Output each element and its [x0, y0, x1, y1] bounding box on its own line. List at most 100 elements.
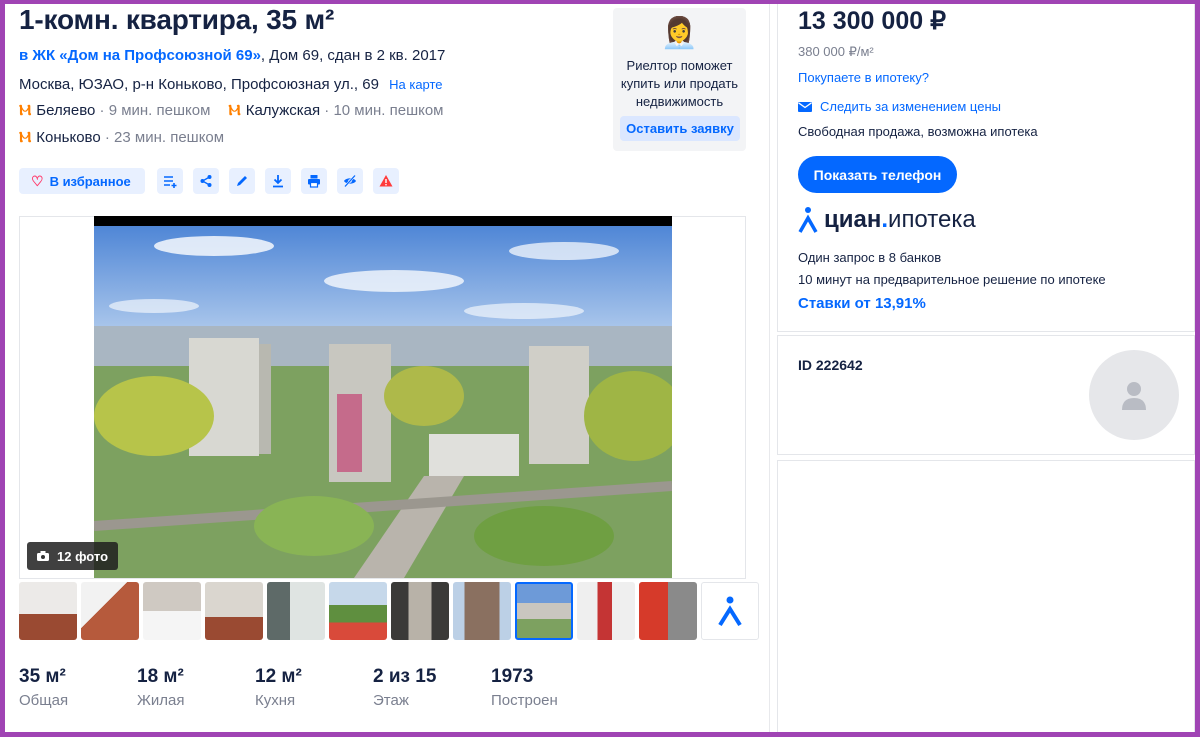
- price: 13 300 000 ₽: [798, 7, 946, 35]
- watch-price-label: Следить за изменением цены: [820, 99, 1001, 114]
- thumbnail-active[interactable]: [515, 582, 573, 640]
- leave-request-button[interactable]: Оставить заявку: [620, 116, 740, 141]
- favorite-label: В избранное: [49, 173, 131, 189]
- sale-type: Свободная продажа, возможна ипотека: [798, 124, 1038, 139]
- cian-logo-thumbnail[interactable]: [701, 582, 759, 640]
- report-button[interactable]: [372, 168, 399, 194]
- fact-living-area: 18 м² Жилая: [137, 666, 255, 709]
- hide-icon: [343, 174, 356, 188]
- column-divider: [769, 0, 770, 737]
- page-title: 1-комн. квартира, 35 м²: [19, 4, 335, 35]
- thumbnail[interactable]: [639, 582, 697, 640]
- thumbnail[interactable]: [329, 582, 387, 640]
- thumbnail[interactable]: [143, 582, 201, 640]
- hide-button[interactable]: [336, 168, 363, 194]
- print-icon: [307, 175, 320, 188]
- thumbnail[interactable]: [267, 582, 325, 640]
- price-per-m2: 380 000 ₽/м²: [798, 44, 874, 59]
- cian-ipoteka-logo[interactable]: циан.ипотека: [798, 206, 976, 234]
- camera-icon: [37, 549, 49, 564]
- share-icon: [200, 175, 212, 187]
- fact-label: Общая: [19, 692, 69, 709]
- share-button[interactable]: [192, 168, 219, 194]
- metro-icon: Ⲙ: [19, 102, 32, 119]
- fact-built-year: 1973 Построен: [491, 666, 609, 709]
- fact-value: 12 м²: [255, 666, 302, 687]
- photo-count-badge[interactable]: 12 фото: [27, 542, 119, 570]
- metro-icon: Ⲙ: [228, 102, 241, 119]
- empty-card: [777, 460, 1195, 737]
- metro-name: Беляево: [36, 102, 96, 119]
- photo-count-label: 12 фото: [57, 548, 109, 564]
- metro-name: Коньково: [36, 129, 101, 146]
- download-button[interactable]: [264, 168, 291, 194]
- metro-time: · 23 мин. пешком: [104, 129, 225, 146]
- cian-logo-icon: [718, 596, 742, 627]
- mail-icon: [798, 101, 812, 112]
- metro-row-1: Ⲙ Беляево · 9 мин. пешком Ⲙ Калужская · …: [19, 102, 444, 119]
- listing-main: 1-комн. квартира, 35 м² в ЖК «Дом на Про…: [0, 0, 770, 737]
- complex-details: , Дом 69, сдан в 2 кв. 2017: [260, 47, 446, 64]
- metro-station[interactable]: Ⲙ Калужская · 10 мин. пешком: [228, 102, 443, 119]
- address-line: Москва, ЮЗАО, р-н Коньково, Профсоюзная …: [19, 76, 443, 93]
- fact-kitchen-area: 12 м² Кухня: [255, 666, 373, 709]
- fact-total-area: 35 м² Общая: [19, 666, 137, 709]
- edit-icon: [236, 176, 247, 186]
- frame-top-border: [0, 0, 1200, 4]
- user-icon: [1122, 382, 1146, 410]
- metro-name: Калужская: [245, 102, 321, 119]
- price-sidebar: 13 300 000 ₽ 380 000 ₽/м² Покупаете в ип…: [777, 0, 1195, 737]
- address-text: Москва, ЮЗАО, р-н Коньково, Профсоюзная …: [19, 76, 379, 93]
- ipoteka-wordmark: циан.ипотека: [824, 206, 976, 233]
- heart-icon: ♡: [31, 172, 44, 189]
- complex-link[interactable]: в ЖК «Дом на Профсоюзной 69»: [19, 47, 261, 64]
- cian-logo-icon: [798, 207, 818, 233]
- thumbnail[interactable]: [81, 582, 139, 640]
- fact-label: Построен: [491, 692, 558, 709]
- property-facts: 35 м² Общая 18 м² Жилая 12 м² Кухня 2 из…: [19, 666, 609, 709]
- thumbnail[interactable]: [391, 582, 449, 640]
- metro-row-2: Ⲙ Коньково · 23 мин. пешком: [19, 129, 224, 146]
- metro-time: · 9 мин. пешком: [99, 102, 211, 119]
- thumbnail[interactable]: [205, 582, 263, 640]
- thumbnail[interactable]: [19, 582, 77, 640]
- fact-value: 18 м²: [137, 666, 184, 687]
- favorite-button[interactable]: ♡ В избранное: [19, 168, 145, 194]
- thumbnail-strip: [19, 582, 759, 640]
- aerial-city-photo: [94, 226, 672, 578]
- download-icon: [272, 175, 283, 188]
- realtor-promo: 👩‍💼 Риелтор поможет купить или продать н…: [613, 8, 746, 151]
- fact-value: 1973: [491, 666, 534, 687]
- fact-value: 35 м²: [19, 666, 66, 687]
- fact-floor: 2 из 15 Этаж: [373, 666, 491, 709]
- fact-label: Этаж: [373, 692, 409, 709]
- ipoteka-product: ипотека: [888, 206, 976, 233]
- realtor-woman-icon: 👩‍💼: [660, 17, 699, 50]
- edit-button[interactable]: [228, 168, 255, 194]
- warning-icon: [379, 175, 393, 187]
- mortgage-link[interactable]: Покупаете в ипотеку?: [798, 70, 929, 85]
- realtor-text: Риелтор поможет купить или продать недви…: [620, 58, 739, 109]
- complex-line: в ЖК «Дом на Профсоюзной 69», Дом 69, сд…: [19, 47, 445, 64]
- fact-value: 2 из 15: [373, 666, 437, 687]
- ipoteka-line-1: Один запрос в 8 банков: [798, 250, 942, 265]
- ipoteka-line-2: 10 минут на предварительное решение по и…: [798, 272, 1106, 287]
- metro-station[interactable]: Ⲙ Беляево · 9 мин. пешком: [19, 102, 210, 119]
- avatar[interactable]: [1089, 350, 1179, 440]
- print-button[interactable]: [300, 168, 327, 194]
- thumbnail[interactable]: [453, 582, 511, 640]
- fact-label: Жилая: [137, 692, 185, 709]
- main-photo[interactable]: [94, 216, 672, 578]
- ipoteka-rates-link[interactable]: Ставки от 13,91%: [798, 295, 926, 312]
- fact-label: Кухня: [255, 692, 296, 709]
- compare-button[interactable]: [156, 168, 183, 194]
- action-bar: ♡ В избранное: [19, 168, 399, 194]
- map-link[interactable]: На карте: [389, 77, 442, 92]
- listing-id: ID 222642: [798, 357, 863, 373]
- metro-station[interactable]: Ⲙ Коньково · 23 мин. пешком: [19, 129, 224, 146]
- thumbnail[interactable]: [577, 582, 635, 640]
- compare-icon: [163, 176, 177, 188]
- show-phone-button[interactable]: Показать телефон: [798, 156, 957, 193]
- watch-price-link[interactable]: Следить за изменением цены: [798, 99, 1001, 114]
- ipoteka-brand: циан: [824, 206, 882, 233]
